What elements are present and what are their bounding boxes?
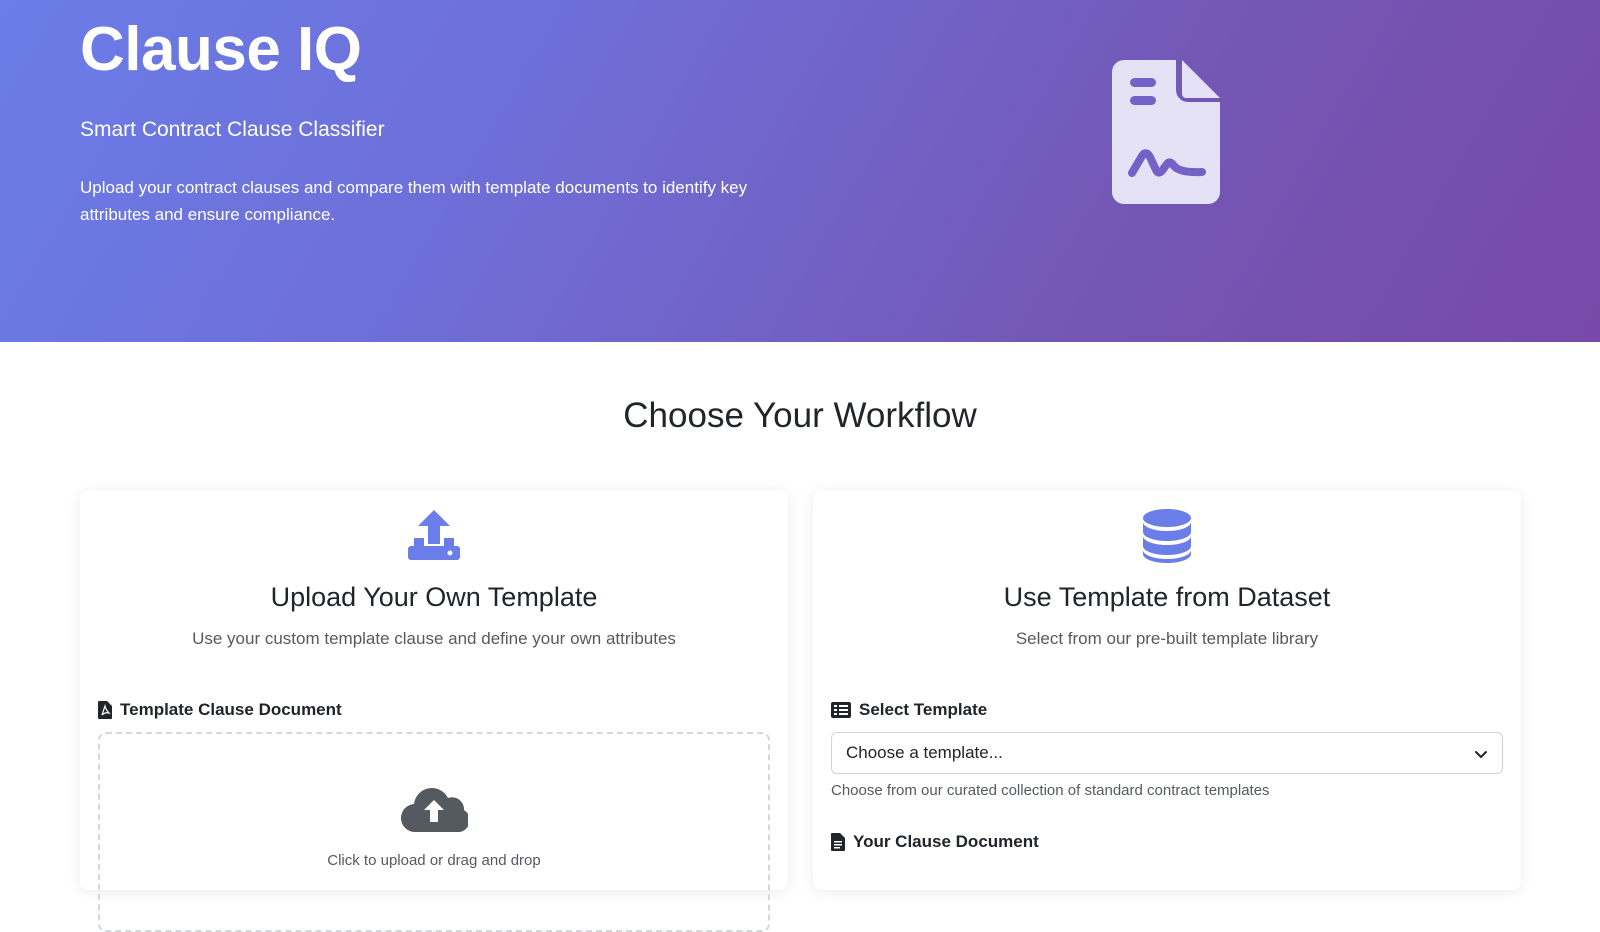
- app-description: Upload your contract clauses and compare…: [80, 178, 748, 224]
- template-select-value: Choose a template...: [846, 743, 1003, 762]
- cloud-upload-icon: [400, 788, 468, 833]
- select-template-label: Select Template: [831, 700, 987, 720]
- clause-document-label-text: Your Clause Document: [853, 832, 1039, 851]
- dropzone-text: Click to upload or drag and drop: [327, 852, 541, 869]
- template-document-label-text: Template Clause Document: [120, 700, 342, 719]
- app-title: Clause IQ: [80, 15, 362, 84]
- file-icon: [831, 833, 845, 851]
- upload-icon: [408, 510, 460, 560]
- chevron-down-icon: [1475, 751, 1487, 758]
- template-select[interactable]: Choose a template...: [831, 732, 1503, 774]
- dataset-template-card[interactable]: Use Template from Dataset Select from ou…: [813, 490, 1521, 890]
- hero-banner: Clause IQ Smart Contract Clause Classifi…: [0, 0, 1600, 342]
- upload-card-title: Upload Your Own Template: [270, 582, 598, 612]
- file-dropzone[interactable]: Click to upload or drag and drop: [98, 732, 770, 932]
- dataset-card-title: Use Template from Dataset: [1003, 582, 1331, 612]
- select-template-label-text: Select Template: [859, 700, 988, 719]
- template-document-label: Template Clause Document: [98, 700, 342, 720]
- app-subtitle: Smart Contract Clause Classifier: [80, 118, 385, 141]
- clause-document-label: Your Clause Document: [831, 832, 1039, 852]
- upload-template-card[interactable]: Upload Your Own Template Use your custom…: [80, 490, 788, 932]
- file-pdf-icon: [98, 701, 112, 719]
- database-icon: [1143, 509, 1191, 563]
- select-help-text: Choose from our curated collection of st…: [831, 782, 1270, 799]
- dataset-card-description: Select from our pre-built template libra…: [1015, 629, 1319, 648]
- workflow-heading: Choose Your Workflow: [623, 396, 977, 435]
- list-icon: [831, 702, 851, 718]
- file-signature-icon: [1112, 60, 1220, 204]
- upload-card-description: Use your custom template clause and defi…: [192, 629, 676, 648]
